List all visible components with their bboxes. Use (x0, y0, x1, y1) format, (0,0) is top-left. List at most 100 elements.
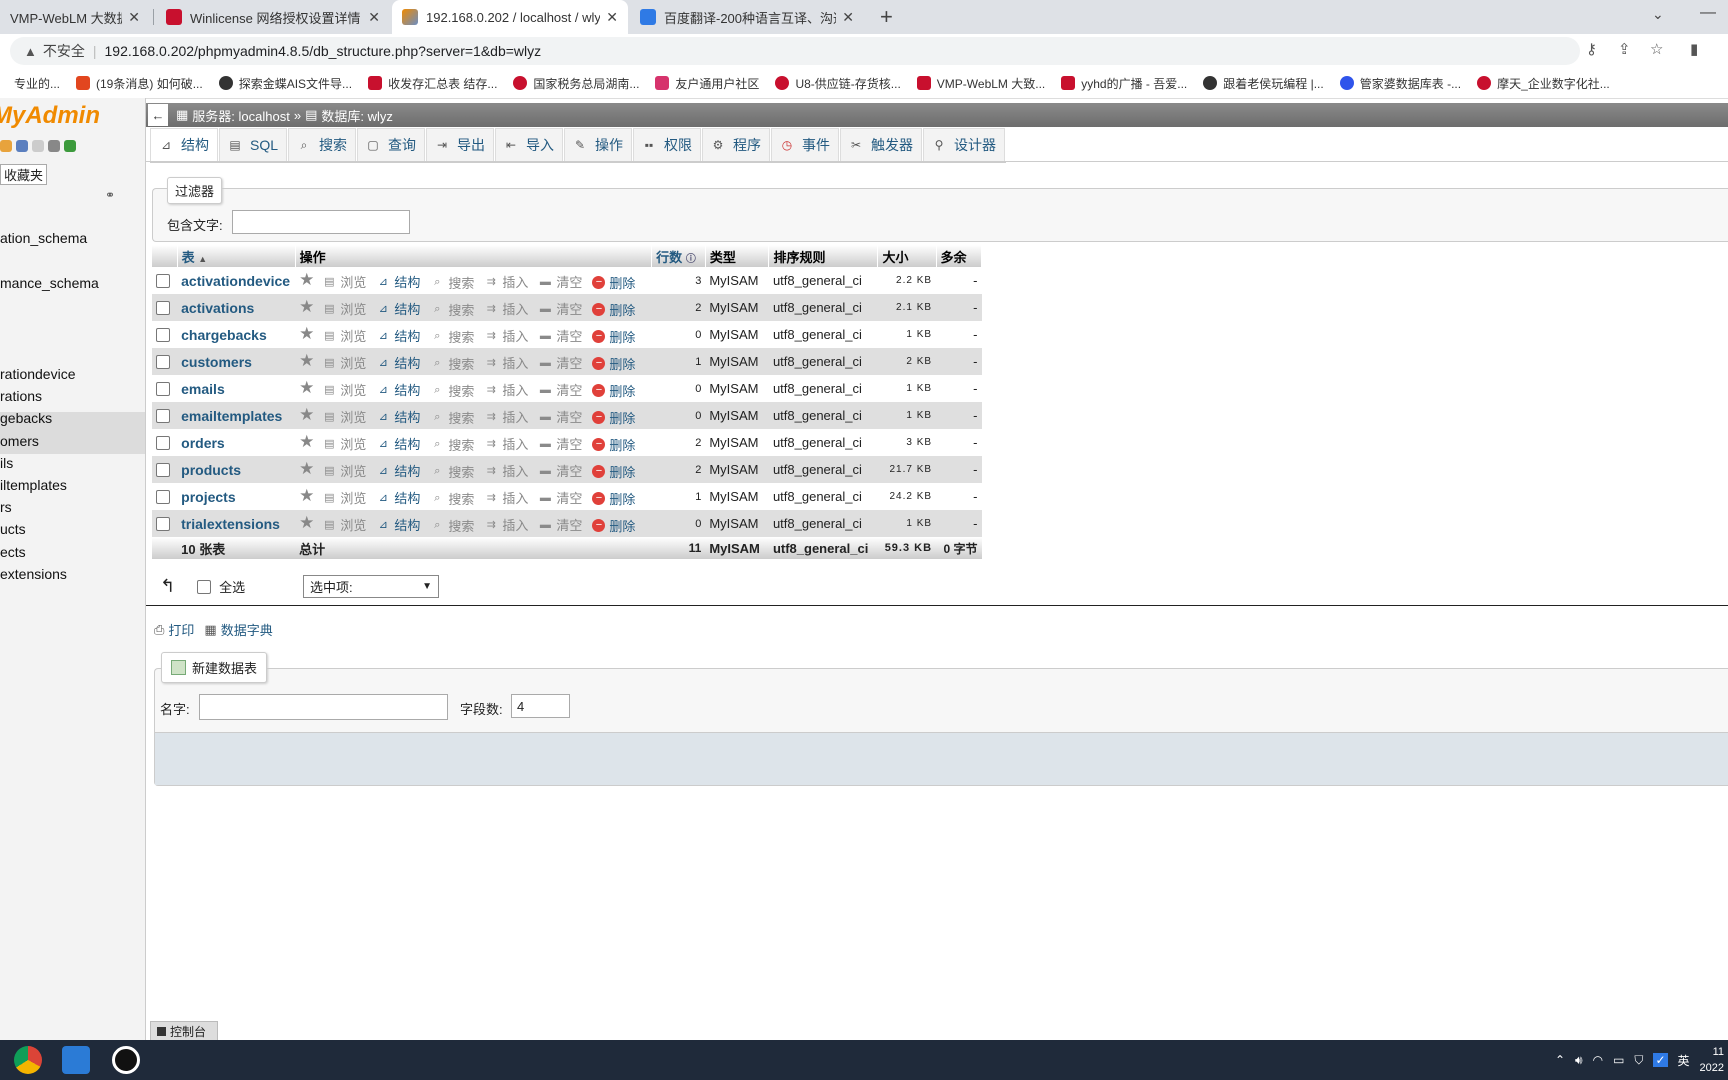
tab-operations[interactable]: ✎ 操作 (564, 128, 633, 161)
table-name[interactable]: emails (177, 375, 296, 402)
settings-gear-icon[interactable] (48, 140, 60, 152)
action-search[interactable]: ⌕ 搜索 (430, 300, 474, 319)
action-empty[interactable]: ▬ 清空 (538, 515, 583, 534)
row-size[interactable]: 2 KB (877, 348, 937, 375)
action-search[interactable]: ⌕ 搜索 (430, 327, 474, 346)
favorite-star-icon[interactable]: ★ (299, 378, 314, 397)
address-bar[interactable]: ▲ 不安全 | 192.168.0.202/phpmyadmin4.8.5/db… (10, 37, 1580, 65)
action-insert[interactable]: ⇉ 插入 (484, 380, 529, 399)
browser-tab-4[interactable]: 百度翻译-200种语言互译、沟通 ✕ (630, 0, 864, 34)
bookmark-item[interactable]: 专业的... (0, 75, 60, 92)
action-browse[interactable]: ▤ 浏览 (322, 407, 366, 426)
action-search[interactable]: ⌕ 搜索 (430, 381, 474, 400)
collapse-nav-button[interactable]: ← (148, 104, 168, 126)
row-size[interactable]: 2.1 KB (877, 294, 937, 321)
favorite-star-icon[interactable]: ★ (299, 432, 314, 451)
action-empty[interactable]: ▬ 清空 (538, 380, 583, 399)
chevron-up-icon[interactable]: ⌃ (1555, 1053, 1565, 1067)
action-browse[interactable]: ▤ 浏览 (322, 434, 366, 453)
row-checkbox[interactable] (156, 355, 170, 370)
table-name[interactable]: chargebacks (177, 321, 296, 348)
action-structure[interactable]: ⊿ 结构 (376, 353, 421, 372)
header-table[interactable]: 表 ▲ (177, 245, 296, 267)
favorite-star-icon[interactable]: ★ (299, 270, 314, 289)
action-insert[interactable]: ⇉ 插入 (484, 326, 529, 345)
row-size[interactable]: 2.2 KB (877, 267, 937, 294)
data-dictionary-link[interactable]: 数据字典 (221, 620, 273, 639)
network-icon[interactable]: ◠ (1593, 1053, 1603, 1067)
nav-table-item[interactable]: ils (0, 455, 13, 471)
action-browse[interactable]: ▤ 浏览 (322, 299, 366, 318)
volume-icon[interactable]: 🔊︎ (1575, 1053, 1583, 1068)
bookmark-item[interactable]: 管家婆数据库表 -... (1339, 75, 1461, 92)
nav-table-item[interactable]: omers (0, 433, 39, 449)
close-icon[interactable]: ✕ (368, 9, 380, 26)
tab-designer[interactable]: ⚲ 设计器 (923, 128, 1006, 161)
action-empty[interactable]: ▬ 清空 (538, 488, 583, 507)
nav-table-item[interactable]: extensions (0, 566, 67, 582)
action-drop[interactable]: − 删除 (592, 489, 635, 508)
tab-events[interactable]: ◷ 事件 (771, 128, 840, 161)
tab-export[interactable]: ⇥ 导出 (426, 128, 495, 161)
action-structure[interactable]: ⊿ 结构 (376, 515, 421, 534)
action-browse[interactable]: ▤ 浏览 (322, 326, 366, 345)
row-size[interactable]: 3 KB (877, 429, 937, 456)
favorite-star-icon[interactable]: ★ (299, 297, 314, 316)
link-chain-icon[interactable]: ⚭ (105, 188, 115, 202)
action-insert[interactable]: ⇉ 插入 (484, 407, 529, 426)
action-structure[interactable]: ⊿ 结构 (376, 272, 421, 291)
action-structure[interactable]: ⊿ 结构 (376, 326, 421, 345)
tab-routines[interactable]: ⚙ 程序 (702, 128, 771, 161)
row-size[interactable]: 24.2 KB (877, 483, 937, 510)
action-drop[interactable]: − 删除 (592, 462, 635, 481)
bookmark-item[interactable]: (19条消息) 如何破... (76, 75, 203, 92)
ime-language[interactable]: 英 (1678, 1052, 1690, 1069)
nav-table-item[interactable]: rations (0, 388, 42, 404)
filter-input[interactable] (232, 210, 410, 234)
action-drop[interactable]: − 删除 (592, 435, 635, 454)
key-icon[interactable]: ⚷ (1586, 40, 1597, 58)
bookmark-item[interactable]: VMP-WebLM 大致... (916, 75, 1045, 92)
action-search[interactable]: ⌕ 搜索 (430, 354, 474, 373)
action-empty[interactable]: ▬ 清空 (538, 434, 583, 453)
row-checkbox[interactable] (156, 409, 170, 424)
browser-tab-2[interactable]: Winlicense 网络授权设置详情 - ✕ (156, 0, 390, 34)
clock[interactable]: 11 2022 (1700, 1044, 1724, 1076)
action-insert[interactable]: ⇉ 插入 (484, 461, 529, 480)
row-size[interactable]: 21.7 KB (877, 456, 937, 483)
favorite-star-icon[interactable]: ★ (299, 486, 314, 505)
action-search[interactable]: ⌕ 搜索 (430, 408, 474, 427)
action-structure[interactable]: ⊿ 结构 (376, 299, 421, 318)
vmware-taskbar-icon[interactable] (62, 1046, 90, 1074)
copy-icon[interactable] (32, 140, 44, 152)
nav-table-item[interactable]: rs (0, 499, 12, 515)
nav-db-item[interactable]: mance_schema (0, 275, 99, 291)
action-drop[interactable]: − 删除 (592, 516, 635, 535)
nav-table-item[interactable]: ucts (0, 521, 26, 537)
console-toggle[interactable]: 控制台 (150, 1021, 218, 1040)
action-browse[interactable]: ▤ 浏览 (322, 380, 366, 399)
table-name[interactable]: trialextensions (177, 510, 296, 537)
favorite-star-icon[interactable]: ★ (299, 351, 314, 370)
row-size[interactable]: 1 KB (877, 402, 937, 429)
bookmark-item[interactable]: 摩天_企业数字化社... (1477, 75, 1610, 92)
phpmyadmin-logo[interactable]: MyAdmin (0, 102, 100, 130)
tab-triggers[interactable]: ✂ 触发器 (840, 128, 923, 161)
action-search[interactable]: ⌕ 搜索 (430, 435, 474, 454)
action-insert[interactable]: ⇉ 插入 (484, 299, 529, 318)
browser-tab-1[interactable]: VMP-WebLM 大数据 ✕ (0, 0, 150, 34)
help-icon[interactable]: ⓘ (686, 254, 696, 265)
action-empty[interactable]: ▬ 清空 (538, 407, 583, 426)
new-tab-button[interactable]: + (880, 4, 893, 30)
table-name[interactable]: customers (177, 348, 296, 375)
close-icon[interactable]: ✕ (842, 9, 854, 26)
print-link[interactable]: 打印 (168, 620, 194, 639)
row-checkbox[interactable] (156, 328, 170, 343)
nav-table-item[interactable]: iltemplates (0, 477, 67, 493)
row-checkbox[interactable] (156, 274, 170, 289)
header-size[interactable]: 大小 (877, 245, 937, 267)
bookmark-star-icon[interactable]: ☆ (1650, 40, 1663, 58)
action-drop[interactable]: − 删除 (592, 273, 635, 292)
action-insert[interactable]: ⇉ 插入 (484, 434, 529, 453)
minimize-icon[interactable]: — (1700, 4, 1716, 22)
